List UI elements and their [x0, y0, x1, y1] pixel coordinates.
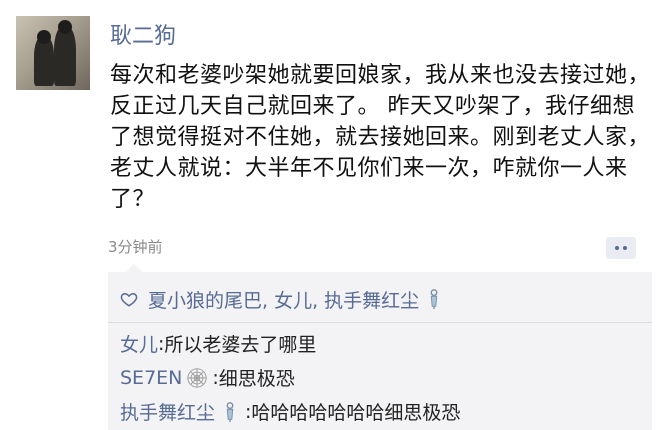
username[interactable]: 耿二狗	[110, 18, 176, 50]
comment-row[interactable]: 执手舞红尘 : 哈哈哈哈哈哈哈细思极恐	[120, 398, 460, 425]
panel-arrow	[126, 264, 142, 272]
comment-author[interactable]: 女儿	[120, 330, 158, 357]
likes-comments-panel: 夏小狼的尾巴, 女儿, 执手舞红尘 女儿 : 所以老婆去了哪里 SE7EN: …	[108, 264, 652, 430]
comment-row[interactable]: 女儿 : 所以老婆去了哪里	[120, 330, 316, 357]
likes-names[interactable]: 夏小狼的尾巴, 女儿, 执手舞红尘	[148, 286, 419, 313]
comment-dots-icon[interactable]	[606, 237, 636, 259]
heart-outline-icon	[120, 292, 138, 307]
comment-row[interactable]: SE7EN : 细思极恐	[120, 364, 295, 391]
avatar[interactable]	[16, 16, 90, 90]
post-time: 3分钟前	[108, 238, 163, 256]
comment-text: 细思极恐	[218, 368, 295, 390]
moments-post: 耿二狗 每次和老婆吵架她就要回娘家，我从来也没去接过她，反正过几天自己就回来了。…	[0, 0, 669, 430]
spiderweb-badge-icon	[187, 367, 207, 388]
comment-author[interactable]: 执手舞红尘	[120, 398, 215, 425]
windbell-badge-icon	[226, 401, 234, 422]
windbell-badge-icon	[430, 289, 438, 310]
comment-text: 哈哈哈哈哈哈哈细思极恐	[251, 402, 461, 424]
comment-author[interactable]: SE7EN	[120, 367, 182, 389]
divider	[108, 322, 652, 323]
likes-row: 夏小狼的尾巴, 女儿, 执手舞红尘	[120, 286, 449, 312]
comment-text: 所以老婆去了哪里	[164, 334, 317, 356]
post-content: 每次和老婆吵架她就要回娘家，我从来也没去接过她，反正过几天自己就回来了。 昨天又…	[110, 63, 651, 212]
